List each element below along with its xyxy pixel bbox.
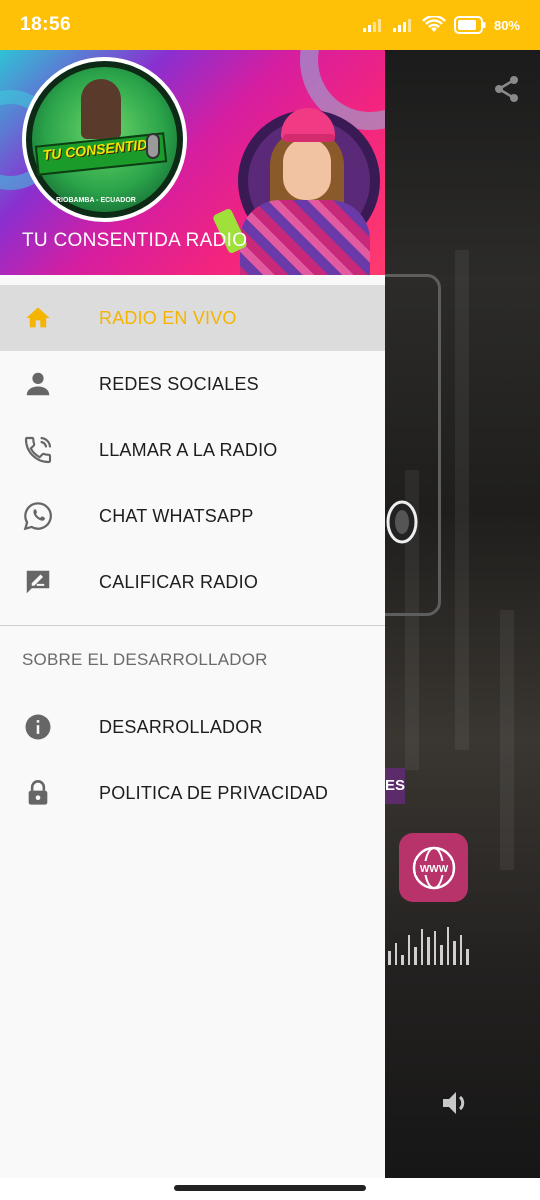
menu-item-chat-whatsapp[interactable]: CHAT WHATSAPP (0, 483, 385, 549)
wifi-icon (422, 16, 446, 32)
developer-menu: DESARROLLADOR POLITICA DE PRIVACIDAD (0, 694, 385, 826)
station-logo: TU CONSENTIDA RIOBAMBA - ECUADOR (22, 57, 187, 222)
microphone-icon (146, 133, 160, 159)
menu-item-desarrollador[interactable]: DESARROLLADOR (0, 694, 385, 760)
background-decoration (455, 250, 469, 750)
share-icon[interactable] (492, 74, 522, 104)
home-gesture-handle[interactable] (174, 1185, 366, 1191)
info-icon (21, 710, 55, 744)
signal-icon (392, 19, 411, 32)
rate-review-icon (21, 565, 55, 599)
header-photo-shirt (240, 200, 370, 275)
logo-person-image (81, 79, 121, 139)
background-decoration (500, 610, 514, 870)
menu-item-label: REDES SOCIALES (99, 373, 259, 394)
drawer-title: TU CONSENTIDA RADIO (22, 230, 248, 251)
navigation-drawer: TU CONSENTIDA RIOBAMBA - ECUADOR TU CONS… (0, 50, 385, 1178)
volume-icon[interactable] (440, 1088, 470, 1118)
menu-item-label: POLITICA DE PRIVACIDAD (99, 782, 329, 803)
website-button[interactable]: WWW (399, 833, 468, 902)
battery-level: 80% (493, 17, 520, 33)
background-app-screen (385, 50, 540, 1200)
menu-item-politica-de-privacidad[interactable]: POLITICA DE PRIVACIDAD (0, 760, 385, 826)
system-navigation-bar (0, 1178, 540, 1200)
background-label: ES (385, 768, 405, 804)
lock-icon (21, 776, 55, 810)
menu-item-label: DESARROLLADOR (99, 716, 263, 737)
whatsapp-icon (21, 499, 55, 533)
header-photo-cap-brim (283, 134, 335, 142)
person-icon (21, 367, 55, 401)
menu-item-redes-sociales[interactable]: REDES SOCIALES (0, 351, 385, 417)
drawer-header: TU CONSENTIDA RIOBAMBA - ECUADOR TU CONS… (0, 50, 385, 275)
www-label: WWW (419, 864, 448, 875)
signal-icon (362, 19, 381, 32)
menu-item-label: CALIFICAR RADIO (99, 571, 259, 592)
battery-icon (453, 16, 486, 34)
phone-call-icon (21, 433, 55, 467)
menu-item-radio-en-vivo[interactable]: RADIO EN VIVO (0, 285, 385, 351)
globe-icon: WWW (412, 846, 455, 889)
drawer-menu: RADIO EN VIVO REDES SOCIALES LLAMAR A LA… (0, 275, 385, 615)
logo-subtext: RIOBAMBA - ECUADOR (56, 197, 136, 204)
headphones-icon (386, 500, 418, 544)
status-time: 18:56 (20, 14, 72, 35)
menu-item-llamar-a-la-radio[interactable]: LLAMAR A LA RADIO (0, 417, 385, 483)
home-icon (21, 301, 55, 335)
status-bar: 18:56 80% (0, 0, 540, 50)
menu-item-label: CHAT WHATSAPP (99, 505, 254, 526)
audio-visualizer (388, 925, 469, 965)
status-icons: 80% (362, 16, 520, 34)
menu-item-label: LLAMAR A LA RADIO (99, 439, 278, 460)
section-title-developer: SOBRE EL DESARROLLADOR (22, 650, 268, 669)
header-photo-face (283, 138, 331, 200)
menu-item-label: RADIO EN VIVO (99, 307, 237, 328)
menu-item-calificar-radio[interactable]: CALIFICAR RADIO (0, 549, 385, 615)
